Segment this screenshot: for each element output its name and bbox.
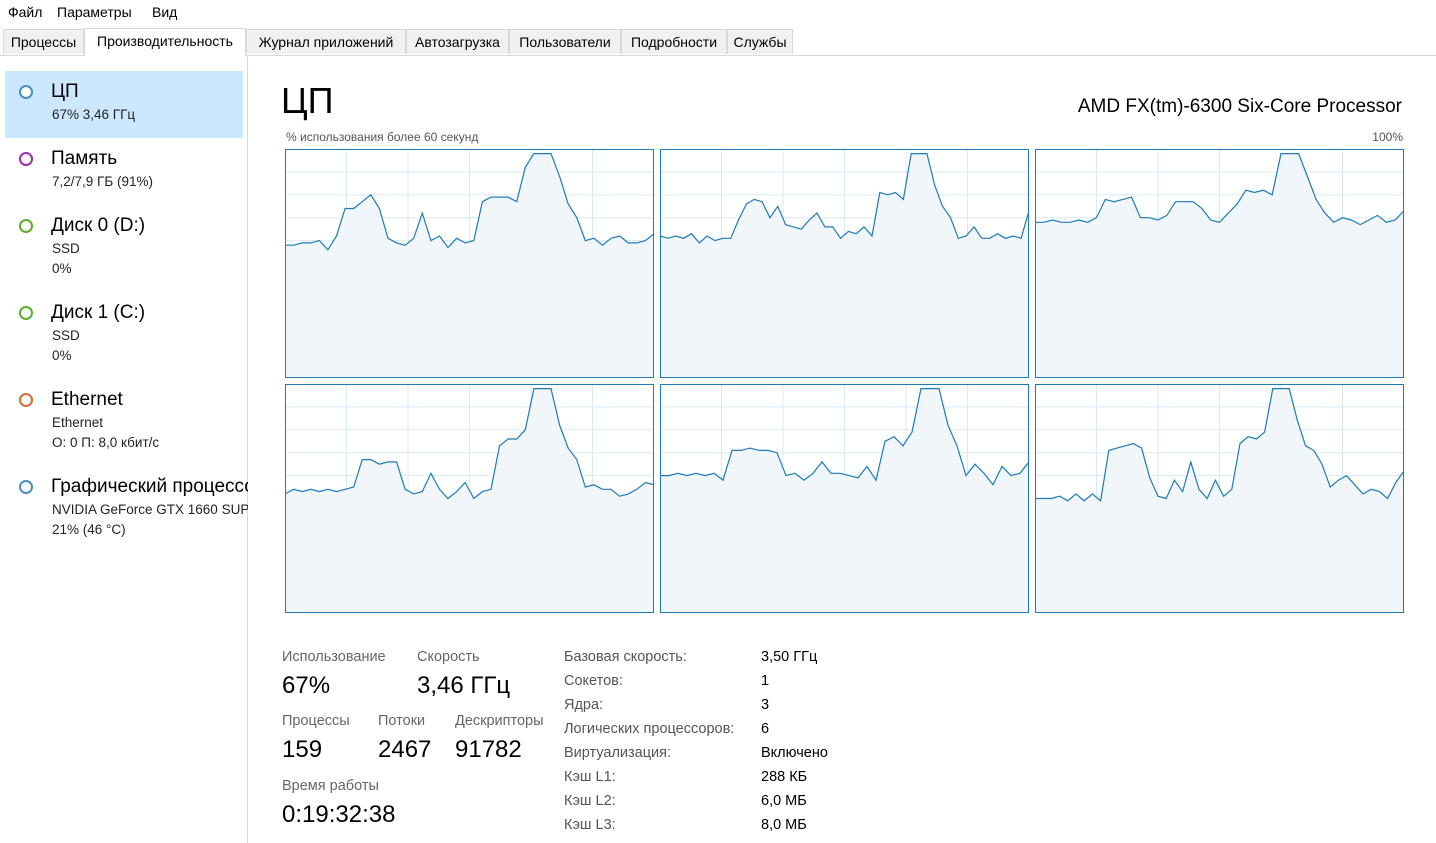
speed-label: Скорость [417,649,480,665]
info-value: 6,0 МБ [761,793,807,809]
info-value: 8,0 МБ [761,817,807,833]
processes-label: Процессы [282,713,350,729]
sidebar-item-subtitle: 21% (46 °C) [52,522,126,537]
info-value: 1 [761,673,770,689]
cpu-graph-svg [285,384,654,613]
info-label: Кэш L1: [564,769,616,785]
menu-file[interactable]: Файл [8,4,42,20]
cpu-graph-svg [660,384,1029,613]
cpu-model-name: AMD FX(tm)-6300 Six-Core Processor [1077,96,1402,117]
info-value: 3,50 ГГц [761,649,818,665]
menu-view[interactable]: Вид [152,4,177,20]
sidebar-item-title: Диск 1 (C:) [51,302,146,323]
cpu-graph-core-4 [660,384,1029,613]
tab-performance[interactable]: Производительность [84,28,246,56]
processes-value: 159 [282,736,323,763]
cpu-graph-core-2 [1035,149,1404,378]
usage-value: 67% [282,672,331,699]
menu-options[interactable]: Параметры [57,4,132,20]
cpu-graph-core-1 [660,149,1029,378]
sidebar-item-subtitle: О: 0 П: 8,0 кбит/с [52,435,160,450]
sidebar-item-title: Графический процессор 0 [51,476,248,497]
info-value: 3 [761,697,770,713]
threads-value: 2467 [378,736,432,763]
sidebar-item-title: ЦП [51,81,79,102]
tab-services[interactable]: Службы [727,29,793,54]
cpu-graph-svg [1035,384,1404,613]
sidebar-item-subtitle: 7,2/7,9 ГБ (91%) [52,174,153,189]
sidebar-item-disk1[interactable]: Диск 1 (C:) SSD 0% [5,292,243,379]
sidebar-item-subtitle: SSD [52,328,80,343]
sidebar-item-title: Диск 0 (D:) [51,215,146,236]
sidebar-item-memory[interactable]: Память 7,2/7,9 ГБ (91%) [5,138,243,205]
tab-bar: Процессы Производительность Журнал прило… [0,28,1436,56]
info-value: 6 [761,721,770,737]
tab-details[interactable]: Подробности [621,29,727,54]
sidebar-item-gpu[interactable]: Графический процессор 0 NVIDIA GeForce G… [5,466,248,553]
info-value: Включено [761,745,828,761]
info-label: Логических процессоров: [564,721,735,737]
sidebar-item-subtitle: 0% [52,348,72,363]
sidebar-item-ethernet[interactable]: Ethernet Ethernet О: 0 П: 8,0 кбит/с [5,379,243,466]
sidebar-item-title: Ethernet [51,389,123,410]
cpu-graph-core-5 [1035,384,1404,613]
tab-startup[interactable]: Автозагрузка [406,29,509,54]
graph-axis-max: 100% [1372,130,1403,144]
handles-value: 91782 [455,736,522,763]
sidebar-item-subtitle: NVIDIA GeForce GTX 1660 SUPER [52,502,248,517]
ethernet-circle-icon [19,393,33,407]
sidebar-item-subtitle: 0% [52,261,72,276]
speed-value: 3,46 ГГц [417,672,511,699]
memory-circle-icon [19,152,33,166]
disk-circle-icon [19,219,33,233]
graph-axis-caption: % использования более 60 секунд [286,130,479,144]
disk-circle-icon [19,306,33,320]
tab-users[interactable]: Пользователи [509,29,621,54]
threads-label: Потоки [378,713,426,729]
sidebar-item-subtitle: SSD [52,241,80,256]
info-label: Базовая скорость: [564,649,687,665]
page-title: ЦП [281,80,334,121]
usage-label: Использование [282,649,386,665]
info-label: Кэш L2: [564,793,616,809]
sidebar-item-cpu[interactable]: ЦП 67% 3,46 ГГц [5,71,243,138]
gpu-circle-icon [19,480,33,494]
handles-label: Дескрипторы [455,713,544,729]
tab-processes[interactable]: Процессы [3,29,84,54]
sidebar-item-subtitle: 67% 3,46 ГГц [52,107,136,122]
info-label: Кэш L3: [564,817,616,833]
tab-app-history[interactable]: Журнал приложений [246,29,406,54]
info-label: Виртуализация: [564,745,672,761]
sidebar: ЦП 67% 3,46 ГГц Память 7,2/7,9 ГБ (91%) … [0,56,248,843]
cpu-circle-icon [19,85,33,99]
cpu-graph-core-3 [285,384,654,613]
info-label: Сокетов: [564,673,623,689]
menu-bar: Файл Параметры Вид [0,0,1436,24]
uptime-value: 0:19:32:38 [282,801,396,828]
sidebar-item-title: Память [51,148,118,169]
cpu-graph-svg [1035,149,1404,378]
info-label: Ядра: [564,697,604,713]
sidebar-item-disk0[interactable]: Диск 0 (D:) SSD 0% [5,205,243,292]
info-value: 288 КБ [761,769,808,785]
cpu-graph-core-0 [285,149,654,378]
cpu-graph-svg [285,149,654,378]
sidebar-item-subtitle: Ethernet [52,415,104,430]
cpu-graph-svg [660,149,1029,378]
uptime-label: Время работы [282,778,379,794]
